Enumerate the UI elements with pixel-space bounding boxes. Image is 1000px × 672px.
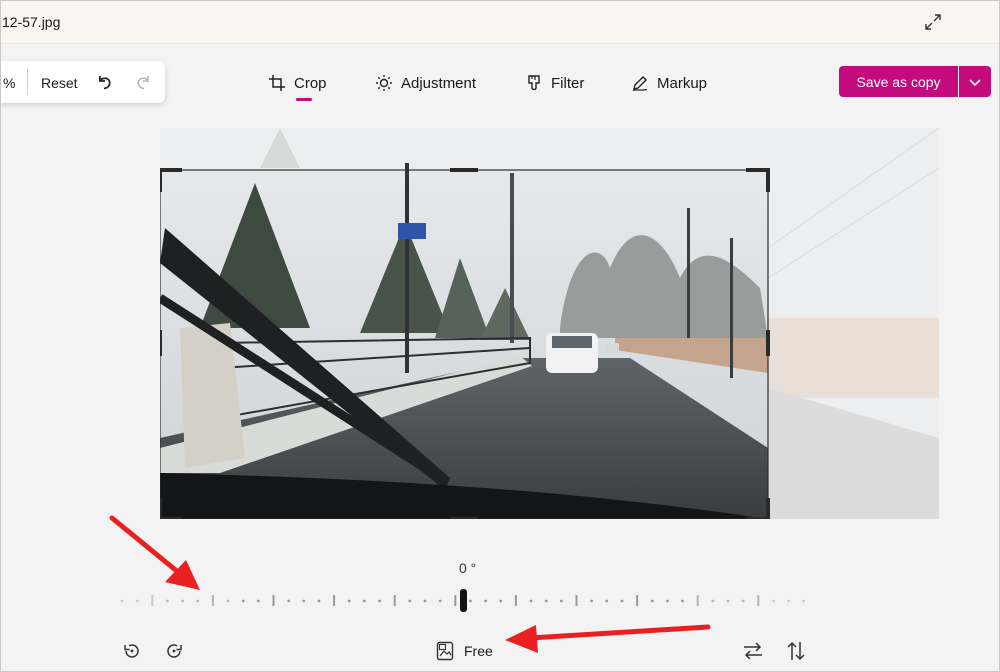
markup-pen-icon — [632, 76, 648, 92]
ruler-minor-tick — [590, 599, 594, 603]
save-label: Save as copy — [856, 73, 941, 90]
ruler-minor-tick — [226, 599, 230, 603]
ruler-minor-tick — [620, 599, 624, 603]
rotate-right-icon[interactable] — [164, 641, 184, 661]
ruler-minor-tick — [469, 599, 472, 603]
ruler-minor-tick — [378, 599, 381, 603]
filter-icon — [528, 75, 540, 91]
ruler-minor-tick — [650, 599, 654, 603]
tab-label: Markup — [657, 74, 708, 92]
ruler-minor-tick — [363, 599, 366, 603]
aspect-ratio-button[interactable]: Free — [436, 640, 493, 662]
zoom-percent[interactable]: % — [3, 75, 15, 91]
photo-preview — [160, 128, 939, 519]
save-options-button[interactable] — [959, 66, 991, 97]
toolbar-divider — [27, 69, 28, 95]
expand-icon[interactable] — [924, 13, 942, 31]
tab-markup[interactable]: Markup — [631, 70, 707, 96]
ruler-minor-tick — [711, 599, 715, 603]
ruler-minor-tick — [256, 599, 260, 603]
save-as-copy-button[interactable]: Save as copy — [839, 66, 958, 97]
ruler-minor-tick — [347, 599, 351, 603]
active-tab-indicator — [296, 98, 312, 101]
ruler-minor-tick — [605, 599, 609, 603]
zoom-toolbar: % Reset — [0, 61, 165, 103]
ruler-minor-tick — [741, 599, 745, 603]
ruler-minor-tick — [287, 599, 291, 603]
ruler-minor-tick — [666, 599, 669, 603]
redo-icon[interactable] — [135, 73, 153, 91]
ruler-major-tick — [211, 595, 214, 606]
ruler-minor-tick — [317, 599, 321, 603]
image-canvas[interactable] — [160, 128, 939, 519]
rotate-left-icon[interactable] — [122, 641, 142, 661]
tab-crop[interactable]: Crop — [268, 70, 327, 96]
ruler-minor-tick — [423, 599, 427, 603]
ruler-major-tick — [757, 595, 760, 606]
undo-icon[interactable] — [95, 73, 113, 91]
chevron-down-icon — [969, 78, 981, 86]
annotation-arrow-left — [109, 515, 200, 590]
straighten-thumb[interactable] — [460, 589, 467, 612]
ruler-minor-tick — [529, 599, 533, 603]
ruler-major-tick — [696, 595, 699, 606]
ruler-minor-tick — [408, 599, 412, 603]
ruler-minor-tick — [181, 599, 185, 603]
ruler-minor-tick — [544, 599, 548, 603]
brightness-icon — [376, 75, 392, 91]
title-bar: 12-57.jpg — [0, 0, 1000, 44]
ruler-major-tick — [272, 595, 275, 606]
ruler-minor-tick — [499, 599, 503, 603]
tab-label: Filter — [551, 74, 585, 92]
ruler-minor-tick — [787, 599, 790, 603]
aspect-ratio-label: Free — [464, 643, 493, 659]
ruler-minor-tick — [166, 599, 169, 603]
crop-region — [160, 163, 768, 519]
tab-label: Adjustment — [401, 74, 477, 92]
annotation-arrow-right — [505, 624, 711, 653]
ruler-minor-tick — [120, 599, 124, 603]
crop-icon — [269, 75, 285, 91]
aspect-ratio-icon — [436, 641, 454, 661]
flip-horizontal-icon[interactable] — [742, 641, 764, 661]
ruler-minor-tick — [302, 599, 306, 603]
ruler-minor-tick — [196, 599, 200, 603]
window-title: 12-57.jpg — [2, 14, 61, 30]
tab-label: Crop — [294, 74, 327, 92]
ruler-minor-tick — [241, 599, 245, 603]
reset-button[interactable]: Reset — [41, 75, 78, 91]
ruler-minor-tick — [484, 599, 487, 603]
tab-adjustment[interactable]: Adjustment — [375, 70, 476, 96]
ruler-major-tick — [393, 595, 396, 606]
ruler-minor-tick — [681, 599, 684, 603]
ruler-minor-tick — [772, 599, 775, 603]
rotation-angle: 0 ° — [459, 560, 477, 576]
ruler-minor-tick — [802, 599, 806, 603]
ruler-minor-tick — [559, 599, 563, 603]
straighten-slider[interactable] — [0, 585, 1000, 615]
ruler-major-tick — [636, 595, 639, 606]
tab-filter[interactable]: Filter — [525, 70, 584, 96]
flip-vertical-icon[interactable] — [786, 640, 806, 662]
ruler-major-tick — [454, 595, 457, 606]
ruler-major-tick — [333, 595, 336, 606]
ruler-minor-tick — [135, 599, 139, 603]
ruler-major-tick — [514, 595, 517, 606]
ruler-major-tick — [575, 595, 578, 606]
ruler-minor-tick — [438, 599, 442, 603]
ruler-major-tick — [151, 595, 154, 606]
ruler-minor-tick — [726, 599, 730, 603]
